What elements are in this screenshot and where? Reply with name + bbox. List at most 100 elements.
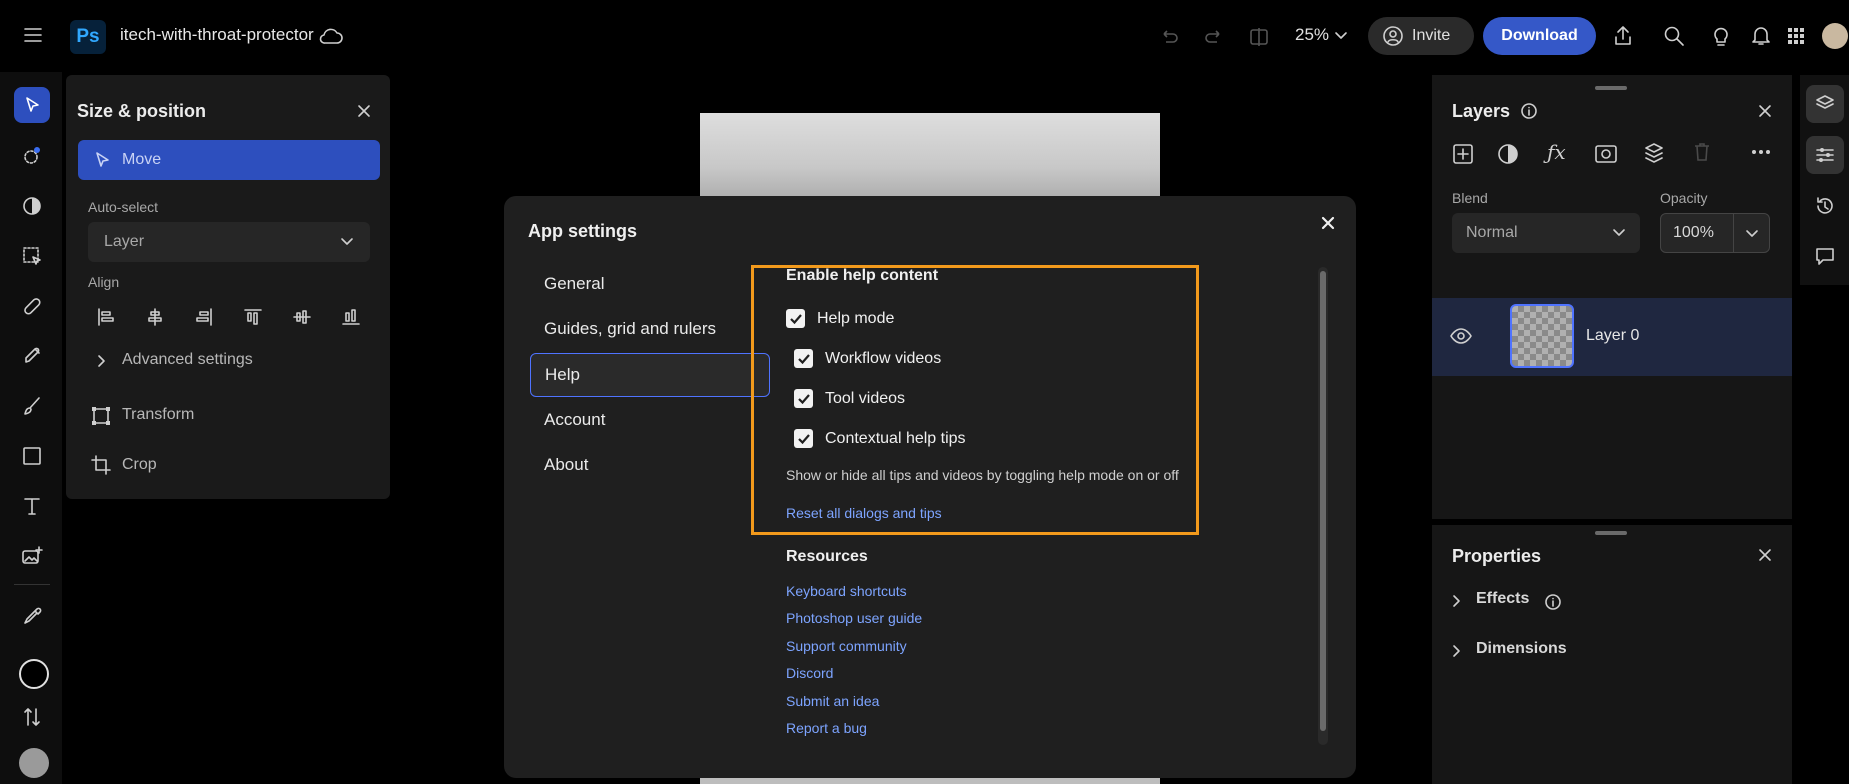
chevron-down-icon	[340, 235, 354, 249]
chevron-down-icon[interactable]	[1334, 29, 1348, 43]
chevron-right-icon[interactable]	[95, 354, 109, 368]
discord-link[interactable]: Discord	[786, 665, 833, 681]
eye-icon[interactable]	[1450, 327, 1472, 345]
more-options-icon[interactable]	[1751, 146, 1771, 158]
bell-icon[interactable]	[1751, 25, 1771, 47]
reset-dialogs-link[interactable]: Reset all dialogs and tips	[786, 505, 942, 521]
chevron-right-icon[interactable]	[1450, 594, 1464, 608]
healing-tool[interactable]	[14, 288, 50, 324]
background-color-swatch[interactable]	[19, 748, 49, 778]
nav-item-about[interactable]: About	[530, 443, 770, 487]
close-icon[interactable]	[1320, 215, 1336, 231]
invite-label: Invite	[1412, 27, 1451, 44]
layer-name[interactable]: Layer 0	[1586, 327, 1639, 345]
report-bug-link[interactable]: Report a bug	[786, 720, 867, 736]
compare-icon[interactable]	[1248, 26, 1270, 48]
select-subject-tool[interactable]	[14, 238, 50, 274]
close-icon[interactable]	[356, 103, 372, 119]
help-description: Show or hide all tips and videos by togg…	[786, 467, 1179, 483]
nav-item-guides[interactable]: Guides, grid and rulers	[530, 307, 770, 351]
auto-select-value: Layer	[104, 233, 145, 250]
opacity-field[interactable]: 100%	[1660, 213, 1770, 253]
apps-grid-icon[interactable]	[1787, 27, 1805, 45]
support-community-link[interactable]: Support community	[786, 638, 907, 654]
opacity-label: Opacity	[1660, 190, 1708, 206]
properties-panel-icon[interactable]	[1806, 136, 1844, 174]
effects-section[interactable]: Effects	[1476, 590, 1529, 608]
align-center-v-icon[interactable]	[292, 307, 312, 327]
transform-icon[interactable]	[90, 405, 112, 427]
eyedropper-tool[interactable]	[14, 598, 50, 634]
align-center-h-icon[interactable]	[145, 307, 165, 327]
canvas-image[interactable]	[700, 113, 1160, 203]
properties-title: Properties	[1452, 546, 1542, 566]
align-top-icon[interactable]	[243, 307, 263, 327]
lightbulb-icon[interactable]	[1710, 24, 1732, 48]
info-icon[interactable]	[1544, 593, 1562, 611]
transform-link[interactable]: Transform	[122, 406, 194, 424]
align-right-icon[interactable]	[194, 307, 214, 327]
dialog-title: App settings	[528, 221, 638, 241]
align-left-icon[interactable]	[96, 307, 116, 327]
mask-icon[interactable]	[1594, 143, 1618, 165]
blend-mode-value: Normal	[1466, 224, 1518, 241]
brush-tool[interactable]	[14, 388, 50, 424]
document-title[interactable]: itech-with-throat-protector	[120, 25, 314, 45]
nav-item-general[interactable]: General	[530, 262, 770, 306]
undo-icon[interactable]	[1158, 26, 1180, 48]
scrollbar-thumb[interactable]	[1320, 271, 1326, 731]
swap-colors-icon[interactable]	[14, 699, 50, 735]
dimensions-section[interactable]: Dimensions	[1476, 640, 1567, 658]
zoom-level[interactable]: 25%	[1295, 25, 1329, 45]
advanced-settings-link[interactable]: Advanced settings	[122, 351, 253, 369]
keyboard-shortcuts-link[interactable]: Keyboard shortcuts	[786, 583, 907, 599]
user-guide-link[interactable]: Photoshop user guide	[786, 610, 922, 626]
close-icon[interactable]	[1757, 103, 1773, 119]
blend-mode-dropdown[interactable]: Normal	[1452, 213, 1640, 253]
share-icon[interactable]	[1612, 24, 1634, 48]
move-tool[interactable]	[14, 87, 50, 123]
redo-icon[interactable]	[1203, 26, 1225, 48]
foreground-color-swatch[interactable]	[19, 659, 49, 689]
crop-icon[interactable]	[90, 454, 112, 476]
close-icon[interactable]	[1757, 547, 1773, 563]
crop-link[interactable]: Crop	[122, 456, 157, 474]
generative-tool[interactable]	[14, 338, 50, 374]
nav-item-account[interactable]: Account	[530, 398, 770, 442]
download-button[interactable]: Download	[1483, 17, 1596, 55]
drag-handle[interactable]	[1595, 86, 1627, 90]
info-icon[interactable]	[1520, 102, 1538, 120]
workflow-videos-checkbox[interactable]: Workflow videos	[794, 349, 941, 368]
layer-thumbnail[interactable]	[1510, 304, 1574, 368]
history-icon[interactable]	[1806, 187, 1844, 225]
drag-handle[interactable]	[1595, 531, 1627, 535]
nav-item-help[interactable]: Help	[530, 353, 770, 397]
auto-select-dropdown[interactable]: Layer	[88, 222, 370, 262]
adjustment-layer-icon[interactable]	[1497, 143, 1519, 165]
search-icon[interactable]	[1663, 25, 1685, 47]
help-mode-checkbox[interactable]: Help mode	[786, 309, 894, 328]
add-layer-icon[interactable]	[1452, 143, 1474, 165]
quick-select-tool[interactable]	[14, 138, 50, 174]
comments-icon[interactable]	[1806, 237, 1844, 275]
resources-title: Resources	[786, 548, 868, 565]
contextual-help-tips-checkbox[interactable]: Contextual help tips	[794, 429, 966, 448]
add-image-tool[interactable]	[14, 538, 50, 574]
adjust-tool[interactable]	[14, 188, 50, 224]
invite-button[interactable]: Invite	[1368, 17, 1474, 55]
delete-icon[interactable]	[1692, 141, 1712, 163]
layers-panel-icon[interactable]	[1806, 85, 1844, 123]
text-tool[interactable]	[14, 488, 50, 524]
chevron-right-icon[interactable]	[1450, 644, 1464, 658]
chevron-down-icon	[1745, 227, 1759, 241]
cloud-icon[interactable]	[318, 26, 344, 46]
fx-icon[interactable]: ƒx	[1547, 140, 1566, 164]
tool-videos-checkbox[interactable]: Tool videos	[794, 389, 905, 408]
align-bottom-icon[interactable]	[341, 307, 361, 327]
hamburger-menu-icon[interactable]	[22, 24, 44, 46]
move-button[interactable]: Move	[78, 140, 380, 180]
shape-tool[interactable]	[14, 438, 50, 474]
avatar[interactable]	[1822, 23, 1848, 49]
layer-stack-icon[interactable]	[1643, 141, 1665, 165]
submit-idea-link[interactable]: Submit an idea	[786, 693, 879, 709]
